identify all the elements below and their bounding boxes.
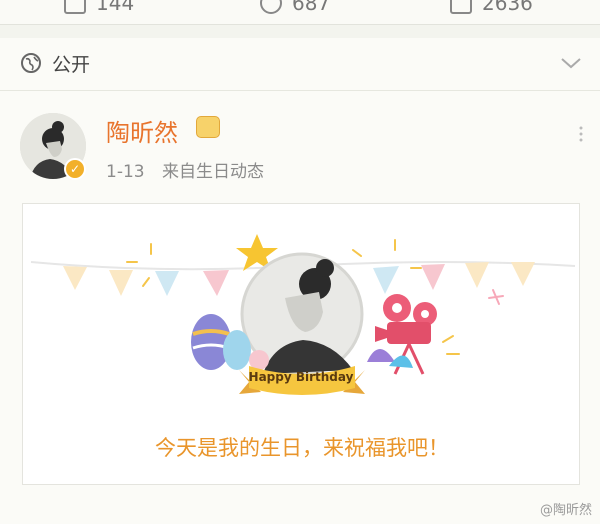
- birthday-card[interactable]: Happy Birthday 今天是我的生日，来祝福我吧！: [22, 203, 580, 485]
- crown-badge-icon[interactable]: [196, 116, 220, 138]
- more-options-icon[interactable]: [578, 125, 584, 143]
- like-count: 2636: [482, 0, 533, 15]
- chevron-down-icon[interactable]: [560, 54, 582, 72]
- comment-count: 687: [292, 0, 331, 15]
- author-name[interactable]: 陶昕然: [106, 113, 178, 148]
- post-meta: 1-13 来自生日动态: [106, 157, 264, 182]
- verified-badge-icon: ✓: [64, 158, 86, 180]
- like-stat[interactable]: 2636: [450, 0, 533, 18]
- ribbon-label: Happy Birthday: [248, 370, 354, 384]
- post-card: ✓ 陶昕然 1-13 来自生日动态 Happy Birthday 今天是我的生日…: [0, 91, 600, 524]
- comment-stat[interactable]: 687: [260, 0, 330, 18]
- like-icon: [450, 0, 472, 14]
- post-source[interactable]: 来自生日动态: [162, 162, 264, 182]
- share-count: 144: [96, 0, 135, 15]
- birthday-message: 今天是我的生日，来祝福我吧！: [155, 436, 449, 460]
- share-icon: [64, 0, 86, 14]
- watermark: @陶昕然: [539, 503, 592, 518]
- privacy-row[interactable]: 公开: [0, 38, 600, 91]
- comment-icon: [260, 0, 282, 14]
- post-date: 1-13: [106, 162, 145, 182]
- globe-icon: [21, 53, 41, 73]
- privacy-label: 公开: [52, 54, 91, 76]
- share-stat[interactable]: 144: [64, 0, 134, 18]
- stats-bar: 144 687 2636: [0, 0, 600, 25]
